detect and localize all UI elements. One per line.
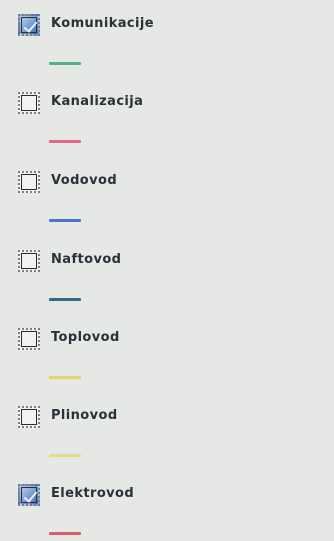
layer-color-swatch-naftovod [49, 298, 81, 301]
layer-label-naftovod: Naftovod [51, 252, 122, 267]
layer-label-plinovod: Plinovod [51, 408, 118, 423]
layer-color-swatch-plinovod [49, 454, 81, 457]
layer-checkbox-vodovod[interactable] [18, 171, 40, 193]
layer-checkbox-plinovod[interactable] [18, 406, 40, 428]
layer-color-swatch-vodovod [49, 219, 81, 222]
layer-legend-panel: Komunikacije Kanalizacija Vodovod Naftov… [0, 0, 334, 541]
layer-color-swatch-toplovod [49, 376, 81, 379]
layer-label-vodovod: Vodovod [51, 173, 118, 188]
layer-label-kanalizacija: Kanalizacija [51, 94, 144, 109]
layer-checkbox-komunikacije[interactable] [18, 14, 40, 36]
layer-label-komunikacije: Komunikacije [51, 16, 154, 31]
layer-checkbox-naftovod[interactable] [18, 250, 40, 272]
layer-checkbox-kanalizacija[interactable] [18, 92, 40, 114]
layer-checkbox-toplovod[interactable] [18, 328, 40, 350]
layer-color-swatch-komunikacije [49, 62, 81, 65]
layer-color-swatch-kanalizacija [49, 140, 81, 143]
layer-label-toplovod: Toplovod [51, 330, 120, 345]
layer-checkbox-elektrovod[interactable] [18, 484, 40, 506]
layer-color-swatch-elektrovod [49, 532, 81, 535]
layer-label-elektrovod: Elektrovod [51, 486, 135, 501]
